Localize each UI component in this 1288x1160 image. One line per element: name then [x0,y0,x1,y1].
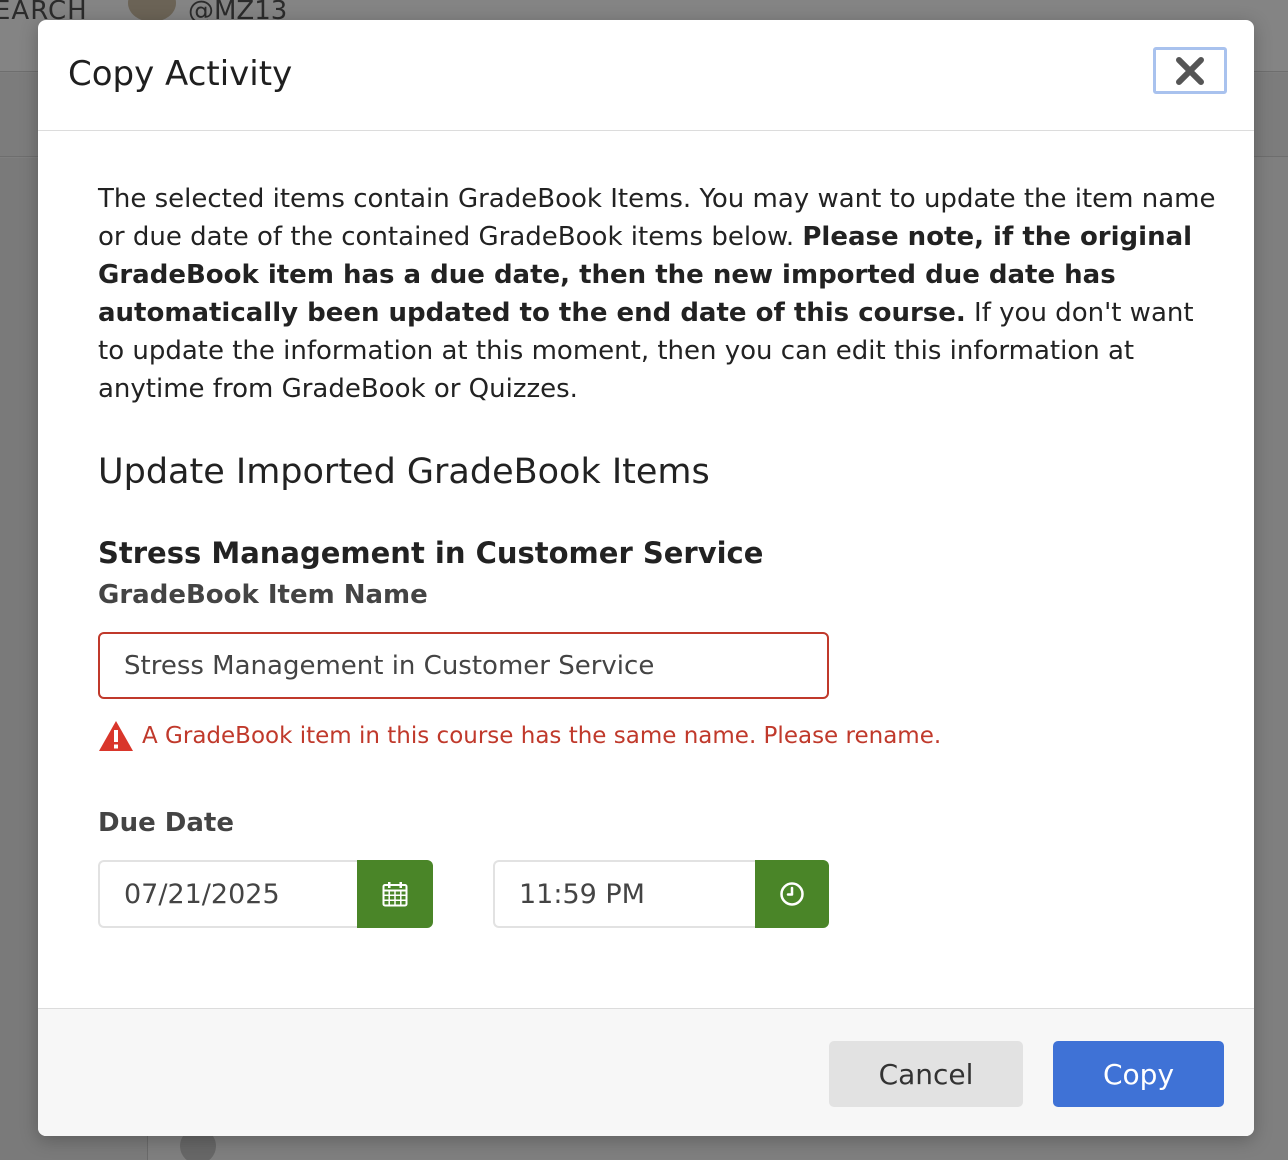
item-name-input[interactable] [98,632,829,699]
name-error-message: A GradeBook item in this course has the … [98,720,941,752]
error-text: A GradeBook item in this course has the … [142,723,942,749]
gradebook-item-title: Stress Management in Customer Service [98,536,764,570]
dialog-title: Copy Activity [68,54,293,94]
copy-button[interactable]: Copy [1053,1041,1224,1107]
clock-button[interactable] [755,860,829,928]
due-date-picker [98,860,433,928]
warning-triangle-icon [99,721,133,751]
calendar-icon [382,882,408,907]
close-button[interactable] [1153,47,1227,94]
close-x-icon [1176,56,1204,85]
calendar-button[interactable] [357,860,433,928]
dialog-footer: Cancel Copy [38,1008,1254,1136]
dialog-body: The selected items contain GradeBook Ite… [98,180,1218,408]
section-heading: Update Imported GradeBook Items [98,452,710,492]
copy-activity-dialog: Copy Activity The selected items contain… [38,20,1254,1136]
due-time-picker [493,860,829,928]
cancel-button[interactable]: Cancel [829,1041,1023,1107]
due-date-input[interactable] [98,860,357,928]
due-time-input[interactable] [493,860,755,928]
item-name-label: GradeBook Item Name [98,580,428,610]
dialog-header: Copy Activity [38,20,1254,131]
background-avatar [128,0,176,22]
clock-icon [780,882,804,906]
due-date-label: Due Date [98,808,234,838]
intro-paragraph: The selected items contain GradeBook Ite… [98,180,1218,408]
